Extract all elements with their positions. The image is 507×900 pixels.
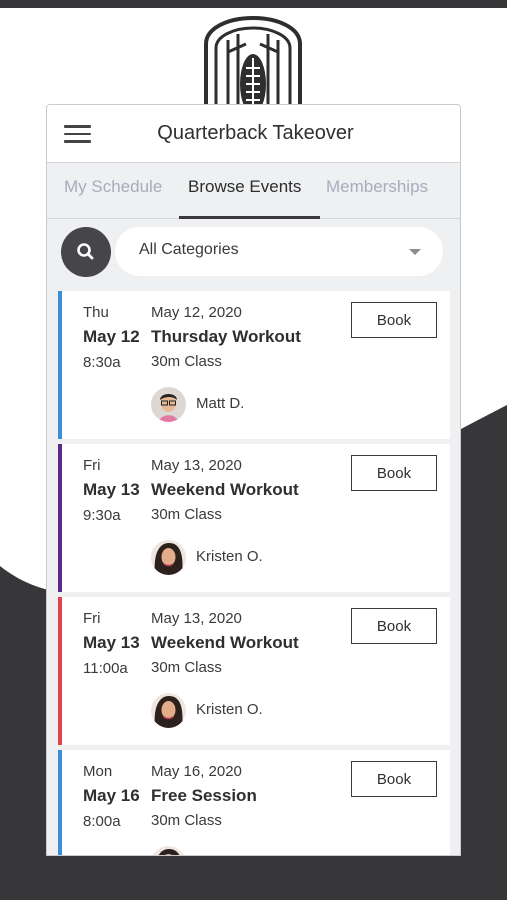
event-time: 9:30a — [83, 507, 121, 524]
chevron-down-icon — [409, 249, 421, 255]
event-full-date: May 12, 2020 — [151, 304, 242, 321]
page-title: Quarterback Takeover — [157, 122, 354, 144]
event-class-type: 30m Class — [151, 353, 222, 370]
event-class-type: 30m Class — [151, 659, 222, 676]
event-card: Mon May 16 8:00a May 16, 2020 Free Sessi… — [58, 750, 450, 855]
event-class-type: 30m Class — [151, 812, 222, 829]
event-name: Weekend Workout — [151, 633, 299, 652]
instructor-avatar[interactable] — [151, 693, 186, 728]
tab-my-schedule[interactable]: My Schedule — [64, 177, 162, 197]
instructor-name: Kristen O. — [196, 548, 263, 565]
event-short-date: May 12 — [83, 327, 140, 346]
book-button[interactable]: Book — [351, 761, 437, 797]
event-weekday: Mon — [83, 763, 113, 780]
event-short-date: May 13 — [83, 633, 140, 652]
instructor-name: Matt D. — [196, 395, 245, 412]
event-full-date: May 13, 2020 — [151, 457, 242, 474]
logo-icon — [204, 15, 302, 110]
instructor-avatar[interactable] — [151, 540, 186, 575]
event-name: Thursday Workout — [151, 327, 301, 346]
event-time: 11:00a — [83, 660, 128, 677]
app-header: Quarterback Takeover — [47, 105, 460, 163]
tab-bar: My Schedule Browse Events Memberships — [47, 163, 460, 219]
event-time: 8:30a — [83, 354, 121, 371]
category-dropdown[interactable]: All Categories — [115, 227, 443, 276]
event-class-type: 30m Class — [151, 506, 222, 523]
event-weekday: Fri — [83, 610, 101, 627]
event-full-date: May 16, 2020 — [151, 763, 242, 780]
event-name: Free Session — [151, 786, 257, 805]
instructor-avatar[interactable] — [151, 387, 186, 422]
event-card: Thu May 12 8:30a May 12, 2020 Thursday W… — [58, 291, 450, 439]
app-panel: Quarterback Takeover My Schedule Browse … — [46, 104, 461, 856]
tab-browse-events[interactable]: Browse Events — [188, 177, 301, 197]
tab-memberships[interactable]: Memberships — [326, 177, 428, 197]
book-button[interactable]: Book — [351, 302, 437, 338]
event-time: 8:00a — [83, 813, 121, 830]
instructor-name: Kristen O. — [196, 701, 263, 718]
book-button[interactable]: Book — [351, 608, 437, 644]
event-name: Weekend Workout — [151, 480, 299, 499]
search-icon — [77, 243, 94, 260]
event-short-date: May 16 — [83, 786, 140, 805]
event-card: Fri May 13 11:00a May 13, 2020 Weekend W… — [58, 597, 450, 745]
active-tab-indicator — [179, 216, 320, 219]
event-weekday: Fri — [83, 457, 101, 474]
instructor-avatar[interactable] — [151, 846, 186, 855]
event-short-date: May 13 — [83, 480, 140, 499]
event-full-date: May 13, 2020 — [151, 610, 242, 627]
book-button[interactable]: Book — [351, 455, 437, 491]
event-card: Fri May 13 9:30a May 13, 2020 Weekend Wo… — [58, 444, 450, 592]
category-dropdown-label: All Categories — [139, 241, 239, 258]
search-button[interactable] — [61, 227, 111, 277]
event-weekday: Thu — [83, 304, 109, 321]
